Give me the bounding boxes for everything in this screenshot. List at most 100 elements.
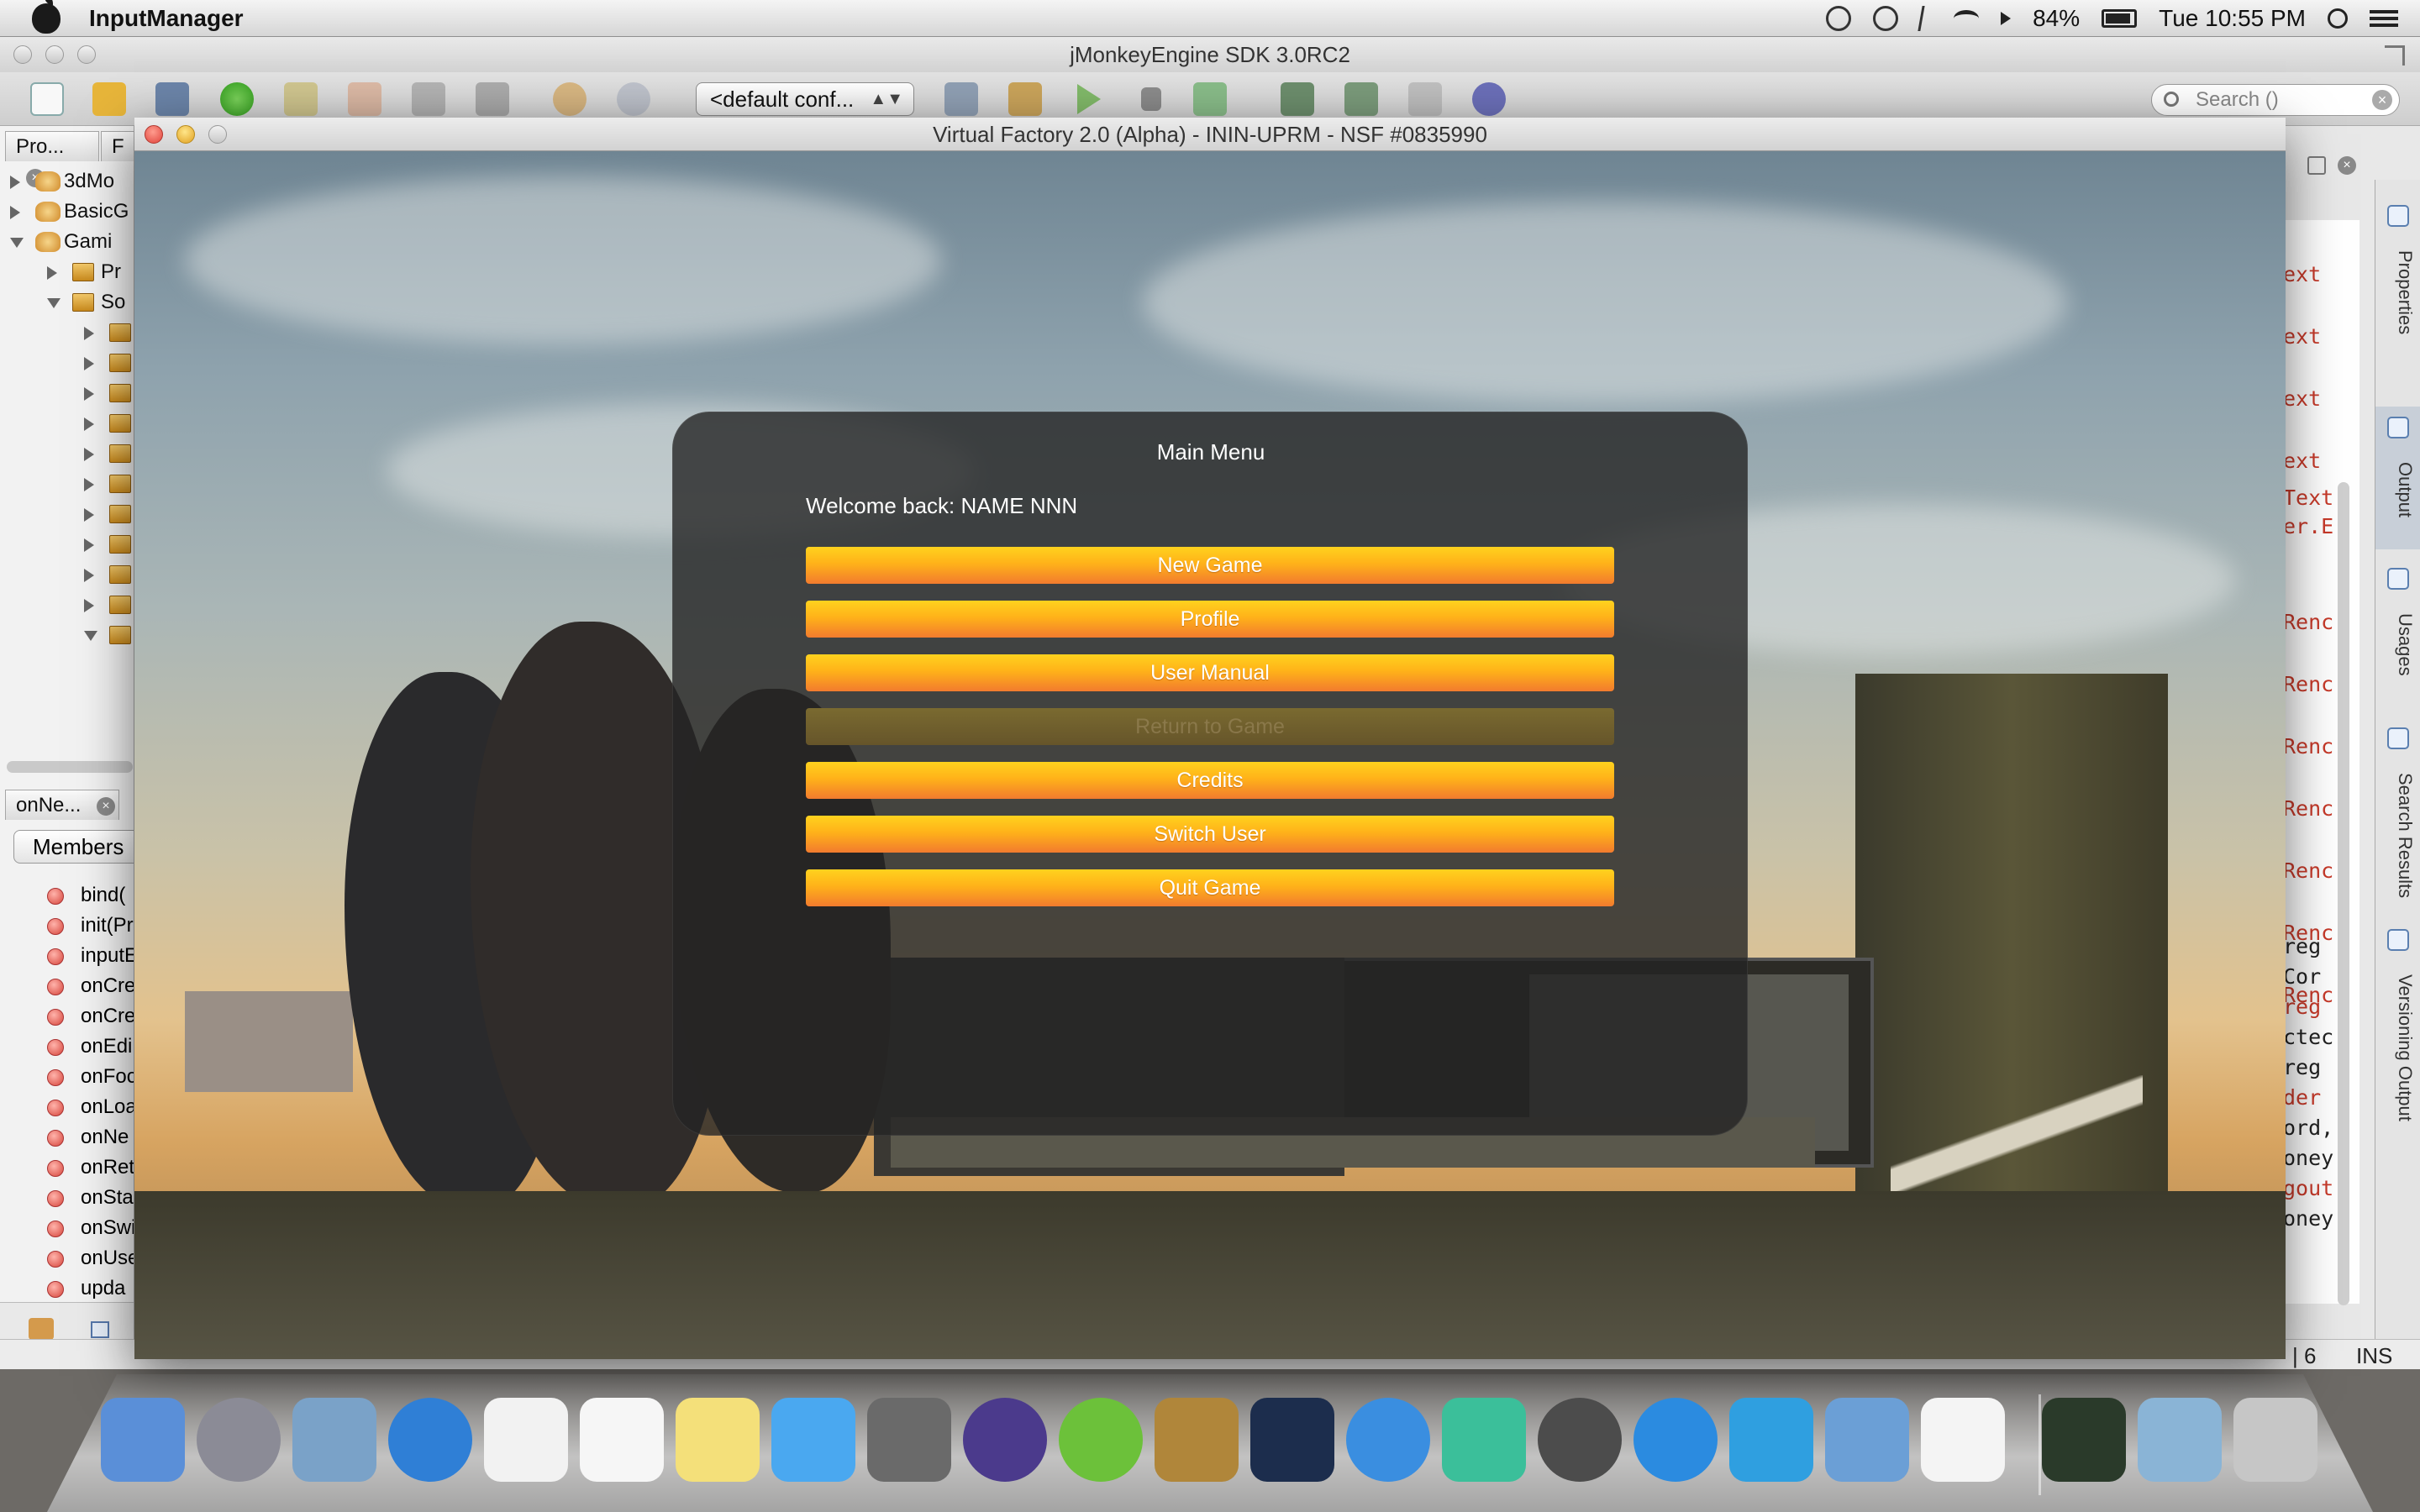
- credits-button[interactable]: Credits: [806, 762, 1614, 799]
- tree-node[interactable]: Pr: [0, 257, 134, 287]
- tree-node[interactable]: [0, 529, 134, 559]
- member-item[interactable]: onEdi: [0, 1032, 134, 1062]
- reminders-icon[interactable]: [580, 1398, 664, 1482]
- plugin-icon[interactable]: [348, 82, 381, 116]
- galaga-icon[interactable]: [1442, 1398, 1526, 1482]
- member-item[interactable]: upda: [0, 1273, 134, 1304]
- close-icon[interactable]: ×: [2338, 156, 2356, 175]
- battery-percent[interactable]: 84%: [2033, 5, 2080, 32]
- member-item[interactable]: onNe: [0, 1122, 134, 1152]
- new-project-icon[interactable]: [92, 82, 126, 116]
- apple-icon[interactable]: [32, 0, 60, 34]
- member-item[interactable]: inputE: [0, 941, 134, 971]
- side-tab-versioning-output[interactable]: Versioning Output: [2375, 919, 2420, 1137]
- clock[interactable]: Tue 10:55 PM: [2159, 5, 2306, 32]
- filter-icon[interactable]: [29, 1318, 54, 1340]
- material-icon[interactable]: [1472, 82, 1506, 116]
- configuration-select[interactable]: <default conf... ▲▼: [696, 82, 914, 116]
- side-tab-output[interactable]: Output: [2375, 407, 2420, 549]
- collapsed-arrow-icon[interactable]: [84, 387, 94, 401]
- tree-node[interactable]: [0, 499, 134, 529]
- wifi-icon[interactable]: [1954, 10, 1980, 27]
- switch-user-button[interactable]: Switch User: [806, 816, 1614, 853]
- game-title-bar[interactable]: Virtual Factory 2.0 (Alpha) - ININ-UPRM …: [134, 118, 2286, 151]
- stop-icon[interactable]: [1141, 87, 1161, 111]
- maximize-icon[interactable]: [2307, 156, 2326, 175]
- close-icon[interactable]: [13, 45, 32, 64]
- activity-monitor-icon[interactable]: [2042, 1398, 2126, 1482]
- tree-node[interactable]: So: [0, 287, 134, 318]
- tree-node[interactable]: [0, 590, 134, 620]
- side-tab-properties[interactable]: Properties: [2375, 192, 2420, 368]
- member-item[interactable]: onCre: [0, 971, 134, 1001]
- expanded-arrow-icon[interactable]: [10, 238, 24, 248]
- tree-node[interactable]: [0, 378, 134, 408]
- open-project-icon[interactable]: [155, 82, 189, 116]
- scene-composer-icon[interactable]: [1281, 82, 1314, 116]
- safari-icon[interactable]: [388, 1398, 472, 1482]
- profile-icon[interactable]: [1193, 82, 1227, 116]
- tree-node[interactable]: [0, 559, 134, 590]
- tree-node[interactable]: [0, 438, 134, 469]
- member-item[interactable]: onUse: [0, 1243, 134, 1273]
- eclipse-icon[interactable]: [963, 1398, 1047, 1482]
- terrain-editor-icon[interactable]: [1344, 82, 1378, 116]
- tab-projects[interactable]: Pro... ×: [5, 131, 99, 187]
- tree-node[interactable]: [0, 318, 134, 348]
- member-item[interactable]: bind(: [0, 880, 134, 911]
- field-filter-icon[interactable]: [91, 1321, 109, 1338]
- dropbox-icon[interactable]: [1826, 6, 1852, 31]
- collapsed-arrow-icon[interactable]: [84, 417, 94, 431]
- collapsed-arrow-icon[interactable]: [84, 599, 94, 612]
- collapsed-arrow-icon[interactable]: [47, 266, 57, 280]
- expanded-arrow-icon[interactable]: [47, 298, 60, 308]
- vertical-scrollbar[interactable]: [2338, 482, 2349, 1305]
- tree-node[interactable]: [0, 348, 134, 378]
- user-manual-button[interactable]: User Manual: [806, 654, 1614, 691]
- undo-icon[interactable]: [553, 82, 587, 116]
- calendar-icon[interactable]: [484, 1398, 568, 1482]
- collapsed-arrow-icon[interactable]: [84, 508, 94, 522]
- photoshop-icon[interactable]: [1250, 1398, 1334, 1482]
- zoom-icon[interactable]: [208, 125, 227, 144]
- downloads-folder-icon[interactable]: [2138, 1398, 2222, 1482]
- member-item[interactable]: onFoc: [0, 1062, 134, 1092]
- sdk-title-bar[interactable]: jMonkeyEngine SDK 3.0RC2: [0, 37, 2420, 72]
- zoom-icon[interactable]: [77, 45, 96, 64]
- build-icon[interactable]: [944, 82, 978, 116]
- minimize-icon[interactable]: [45, 45, 64, 64]
- run-icon[interactable]: [1077, 84, 1101, 114]
- collapsed-arrow-icon[interactable]: [84, 357, 94, 370]
- new-file-icon[interactable]: [30, 82, 64, 116]
- spotlight-icon[interactable]: [2328, 8, 2348, 29]
- tab-navigator[interactable]: onNe... ×: [5, 790, 119, 820]
- tree-node[interactable]: BasicG: [0, 197, 134, 227]
- minimize-icon[interactable]: [176, 125, 195, 144]
- profile-button[interactable]: Profile: [806, 601, 1614, 638]
- expanded-arrow-icon[interactable]: [84, 631, 97, 641]
- quit-game-button[interactable]: Quit Game: [806, 869, 1614, 906]
- collapsed-arrow-icon[interactable]: [84, 448, 94, 461]
- close-icon[interactable]: [145, 125, 163, 144]
- side-tab-search-results[interactable]: Search Results: [2375, 717, 2420, 911]
- itunes-icon[interactable]: [1346, 1398, 1430, 1482]
- mail-icon[interactable]: [292, 1398, 376, 1482]
- redo-icon[interactable]: [617, 82, 650, 116]
- horizontal-scrollbar[interactable]: [7, 761, 133, 773]
- collapsed-arrow-icon[interactable]: [84, 569, 94, 582]
- member-item[interactable]: onSwi: [0, 1213, 134, 1243]
- particle-icon[interactable]: [1408, 82, 1442, 116]
- sdk-search-input[interactable]: Search () ×: [2151, 84, 2400, 116]
- app-menu-name[interactable]: InputManager: [89, 5, 244, 32]
- launchpad-icon[interactable]: [197, 1398, 281, 1482]
- save-all-icon[interactable]: [476, 82, 509, 116]
- app-store-icon[interactable]: [1634, 1398, 1718, 1482]
- collapsed-arrow-icon[interactable]: [84, 478, 94, 491]
- member-item[interactable]: onCre: [0, 1001, 134, 1032]
- tab-files[interactable]: F: [101, 131, 134, 161]
- brackets-icon[interactable]: [1059, 1398, 1143, 1482]
- collapsed-arrow-icon[interactable]: [10, 206, 20, 219]
- collapsed-arrow-icon[interactable]: [10, 176, 20, 189]
- clear-search-icon[interactable]: ×: [2372, 90, 2392, 110]
- member-item[interactable]: onSta: [0, 1183, 134, 1213]
